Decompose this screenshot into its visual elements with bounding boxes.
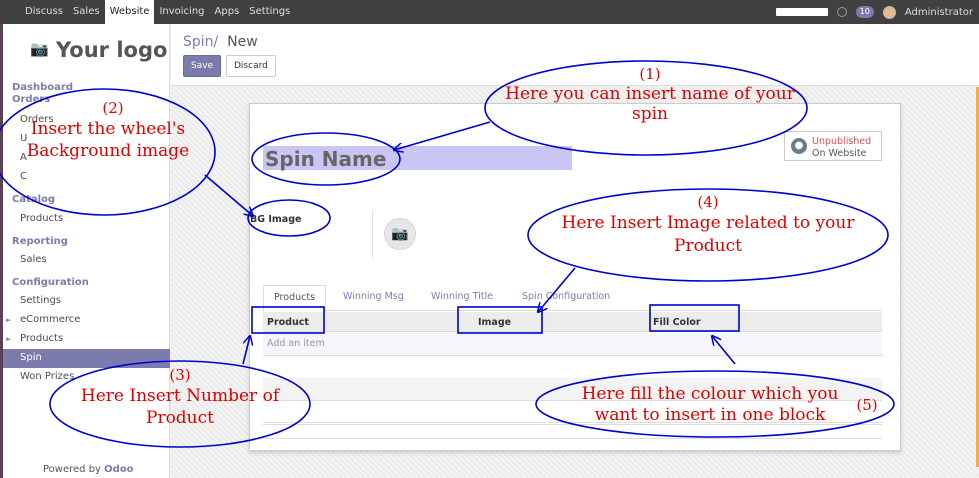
annotation-5-text: Here fill the colour which you want to i… [581, 384, 839, 425]
bg-image-label: BG Image [250, 214, 302, 225]
powered-by-brand: Odoo [104, 464, 134, 475]
publish-status: Unpublished [812, 136, 872, 147]
loading-bar [775, 8, 828, 16]
annotation-4-text: Here Insert Image related to your Produc… [561, 213, 855, 256]
breadcrumb-sep: / [213, 34, 219, 50]
spin-name-field[interactable]: Spin Name [263, 146, 572, 171]
sidebar-section-reporting: Reporting [12, 236, 68, 247]
menu-discuss[interactable]: Discuss [20, 0, 68, 24]
sidebar-item-settings[interactable]: Settings [20, 295, 61, 306]
annotation-3-text: Here Insert Number of Product [80, 386, 280, 428]
add-item-link[interactable]: Add an item [267, 338, 325, 349]
table-header: Product Image Fill Color [263, 312, 882, 332]
column-fill-color[interactable]: Fill Color [653, 317, 701, 328]
sidebar-item-ecommerce[interactable]: eCommerce [20, 314, 80, 325]
top-navbar: Discuss Sales Website Invoicing Apps Set… [0, 0, 979, 24]
systray: 10 Administrator [775, 0, 973, 24]
notebook-tabs: Products Winning Msg Winning Title Spin … [263, 285, 882, 312]
column-image[interactable]: Image [478, 317, 511, 328]
user-menu[interactable]: Administrator [905, 7, 973, 18]
menu-sales[interactable]: Sales [68, 0, 105, 24]
annotation-3: (3) Here Insert Number of Product [60, 366, 300, 429]
annotation-1-number: (1) [639, 65, 661, 83]
image-upload-camera-icon[interactable]: 📷 [384, 218, 416, 250]
add-item-row[interactable]: Add an item [263, 333, 882, 355]
tab-products[interactable]: Products [263, 285, 327, 312]
sidebar-section-configuration: Configuration [12, 277, 89, 288]
powered-by[interactable]: Powered by Odoo [43, 464, 134, 475]
tab-spin-configuration[interactable]: Spin Configuration [522, 291, 610, 302]
spin-name-placeholder: Spin Name [265, 147, 387, 171]
annotation-2: (2) Insert the wheel's Background image [14, 99, 202, 162]
menu-settings[interactable]: Settings [244, 0, 295, 24]
save-button[interactable]: Save [183, 55, 222, 77]
tab-winning-msg[interactable]: Winning Msg [343, 291, 404, 302]
annotation-2-number: (2) [102, 99, 124, 117]
globe-icon: ● [791, 138, 807, 154]
annotation-2-text: Insert the wheel's Background image [26, 119, 190, 161]
sidebar-section-catalog: Catalog [12, 194, 56, 205]
divider [372, 211, 373, 259]
publish-location: On Website [812, 148, 867, 159]
breadcrumb-parent[interactable]: Spin [183, 34, 214, 50]
annotation-4: (4) Here Insert Image related to your Pr… [540, 193, 876, 258]
menu-website[interactable]: Website [104, 0, 155, 24]
chat-badge[interactable]: 10 [855, 6, 874, 18]
avatar[interactable] [882, 5, 896, 19]
clock-icon[interactable] [836, 7, 847, 17]
tab-winning-title[interactable]: Winning Title [431, 291, 493, 302]
menu-apps[interactable]: Apps [210, 0, 245, 24]
sidebar-item-products[interactable]: Products [20, 213, 63, 224]
breadcrumb-current: New [227, 34, 258, 50]
annotation-3-number: (3) [169, 366, 191, 384]
camera-icon: 📷 [30, 40, 49, 58]
company-logo[interactable]: 📷 Your logo [30, 38, 167, 62]
powered-by-text: Powered by [43, 464, 101, 475]
row-divider [263, 355, 882, 356]
sidebar-section-dashboard[interactable]: Dashboard [12, 82, 73, 93]
column-product[interactable]: Product [267, 317, 309, 328]
sidebar-item-label: Spin [20, 352, 42, 363]
annotation-4-number: (4) [697, 193, 719, 211]
annotation-1: (1) Here you can insert name of your spi… [500, 65, 800, 124]
expand-caret-icon[interactable]: ► [6, 335, 11, 343]
row-divider [263, 438, 882, 439]
main-menu: Discuss Sales Website Invoicing Apps Set… [20, 0, 295, 24]
breadcrumb: Spin/ New [183, 34, 258, 50]
publish-button[interactable]: ● Unpublished On Website [784, 131, 882, 161]
sidebar-item-sales[interactable]: Sales [20, 254, 47, 265]
sidebar-item-c[interactable]: C [20, 171, 27, 182]
sidebar-item-config-products[interactable]: Products [20, 333, 63, 344]
expand-caret-icon[interactable]: ► [6, 316, 11, 324]
annotation-5-number: (5) [856, 396, 878, 414]
logo-text: Your logo [56, 38, 168, 62]
discard-button[interactable]: Discard [226, 55, 276, 77]
menu-invoicing[interactable]: Invoicing [154, 0, 209, 24]
annotation-1-text: Here you can insert name of your spin [505, 84, 795, 124]
